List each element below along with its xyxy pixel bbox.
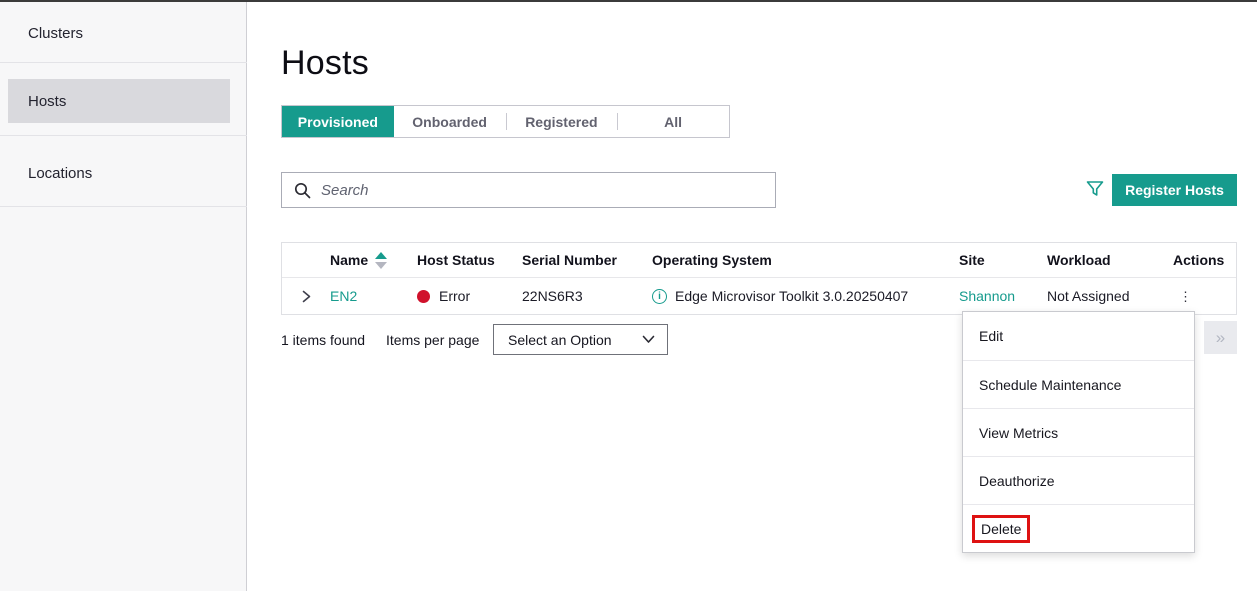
column-header-operating-system: Operating System bbox=[652, 252, 957, 268]
row-actions-kebab-icon[interactable]: ⋮ bbox=[1173, 290, 1198, 303]
search-icon bbox=[294, 182, 311, 199]
items-found-text: 1 items found bbox=[281, 332, 365, 348]
hosts-table: Name Host Status Serial Number Operating… bbox=[281, 242, 1237, 315]
table-header-row: Name Host Status Serial Number Operating… bbox=[282, 243, 1236, 278]
menu-item-edit[interactable]: Edit bbox=[963, 312, 1194, 360]
sidebar-item-label: Locations bbox=[28, 165, 92, 182]
sidebar: Clusters Hosts Locations bbox=[0, 2, 247, 591]
items-per-page-select[interactable]: Select an Option bbox=[493, 324, 668, 355]
sort-desc-icon bbox=[375, 262, 387, 269]
sidebar-item-locations[interactable]: Locations bbox=[0, 144, 247, 202]
row-actions-context-menu: Edit Schedule Maintenance View Metrics D… bbox=[962, 311, 1195, 553]
select-value: Select an Option bbox=[508, 332, 642, 348]
menu-item-deauthorize[interactable]: Deauthorize bbox=[963, 456, 1194, 504]
sidebar-divider bbox=[0, 62, 247, 63]
info-icon[interactable]: i bbox=[652, 289, 667, 304]
host-state-tabs: Provisioned Onboarded Registered All bbox=[281, 105, 730, 138]
row-expand-button[interactable] bbox=[282, 290, 330, 303]
chevron-right-icon bbox=[301, 290, 312, 303]
host-name-link[interactable]: EN2 bbox=[330, 288, 357, 304]
register-hosts-button[interactable]: Register Hosts bbox=[1112, 174, 1237, 206]
operating-system-text: Edge Microvisor Toolkit 3.0.20250407 bbox=[675, 288, 908, 304]
sidebar-item-clusters[interactable]: Clusters bbox=[0, 4, 247, 62]
menu-item-view-metrics[interactable]: View Metrics bbox=[963, 408, 1194, 456]
serial-number-cell: 22NS6R3 bbox=[522, 288, 652, 304]
tab-all[interactable]: All bbox=[617, 106, 729, 137]
column-header-workload: Workload bbox=[1045, 252, 1167, 268]
tab-provisioned[interactable]: Provisioned bbox=[282, 106, 394, 137]
host-status-text: Error bbox=[439, 288, 470, 304]
search-box bbox=[281, 172, 776, 208]
items-per-page-label: Items per page bbox=[386, 332, 479, 348]
chevron-down-icon bbox=[642, 335, 655, 344]
workload-cell: Not Assigned bbox=[1045, 288, 1167, 304]
sidebar-item-label: Clusters bbox=[28, 25, 83, 42]
filter-icon[interactable] bbox=[1085, 179, 1107, 201]
sidebar-item-label: Hosts bbox=[28, 93, 66, 110]
sidebar-divider bbox=[0, 135, 247, 136]
sort-toggle[interactable] bbox=[375, 252, 387, 269]
operating-system-cell: i Edge Microvisor Toolkit 3.0.20250407 bbox=[652, 288, 957, 304]
column-header-actions: Actions bbox=[1167, 252, 1236, 268]
sidebar-item-hosts[interactable]: Hosts bbox=[8, 79, 230, 123]
host-status-cell: Error bbox=[412, 288, 522, 304]
sort-asc-icon bbox=[375, 252, 387, 259]
sidebar-divider bbox=[0, 206, 247, 207]
column-header-site: Site bbox=[957, 252, 1045, 268]
table-row: EN2 Error 22NS6R3 i Edge Microvisor Tool… bbox=[282, 278, 1236, 314]
menu-item-delete[interactable]: Delete bbox=[963, 504, 1194, 552]
column-header-serial-number: Serial Number bbox=[522, 252, 652, 268]
tab-onboarded[interactable]: Onboarded bbox=[394, 106, 506, 137]
search-input[interactable] bbox=[321, 182, 763, 199]
page-title: Hosts bbox=[281, 44, 369, 83]
app-window: Clusters Hosts Locations Hosts Provision… bbox=[0, 0, 1257, 591]
site-link[interactable]: Shannon bbox=[959, 288, 1015, 304]
tab-registered[interactable]: Registered bbox=[506, 106, 618, 137]
column-header-name: Name bbox=[330, 252, 412, 269]
error-status-icon bbox=[417, 290, 430, 303]
next-page-button[interactable]: » bbox=[1204, 321, 1237, 354]
delete-annotation-box: Delete bbox=[972, 515, 1030, 543]
column-header-host-status: Host Status bbox=[412, 252, 522, 268]
menu-item-schedule-maintenance[interactable]: Schedule Maintenance bbox=[963, 360, 1194, 408]
